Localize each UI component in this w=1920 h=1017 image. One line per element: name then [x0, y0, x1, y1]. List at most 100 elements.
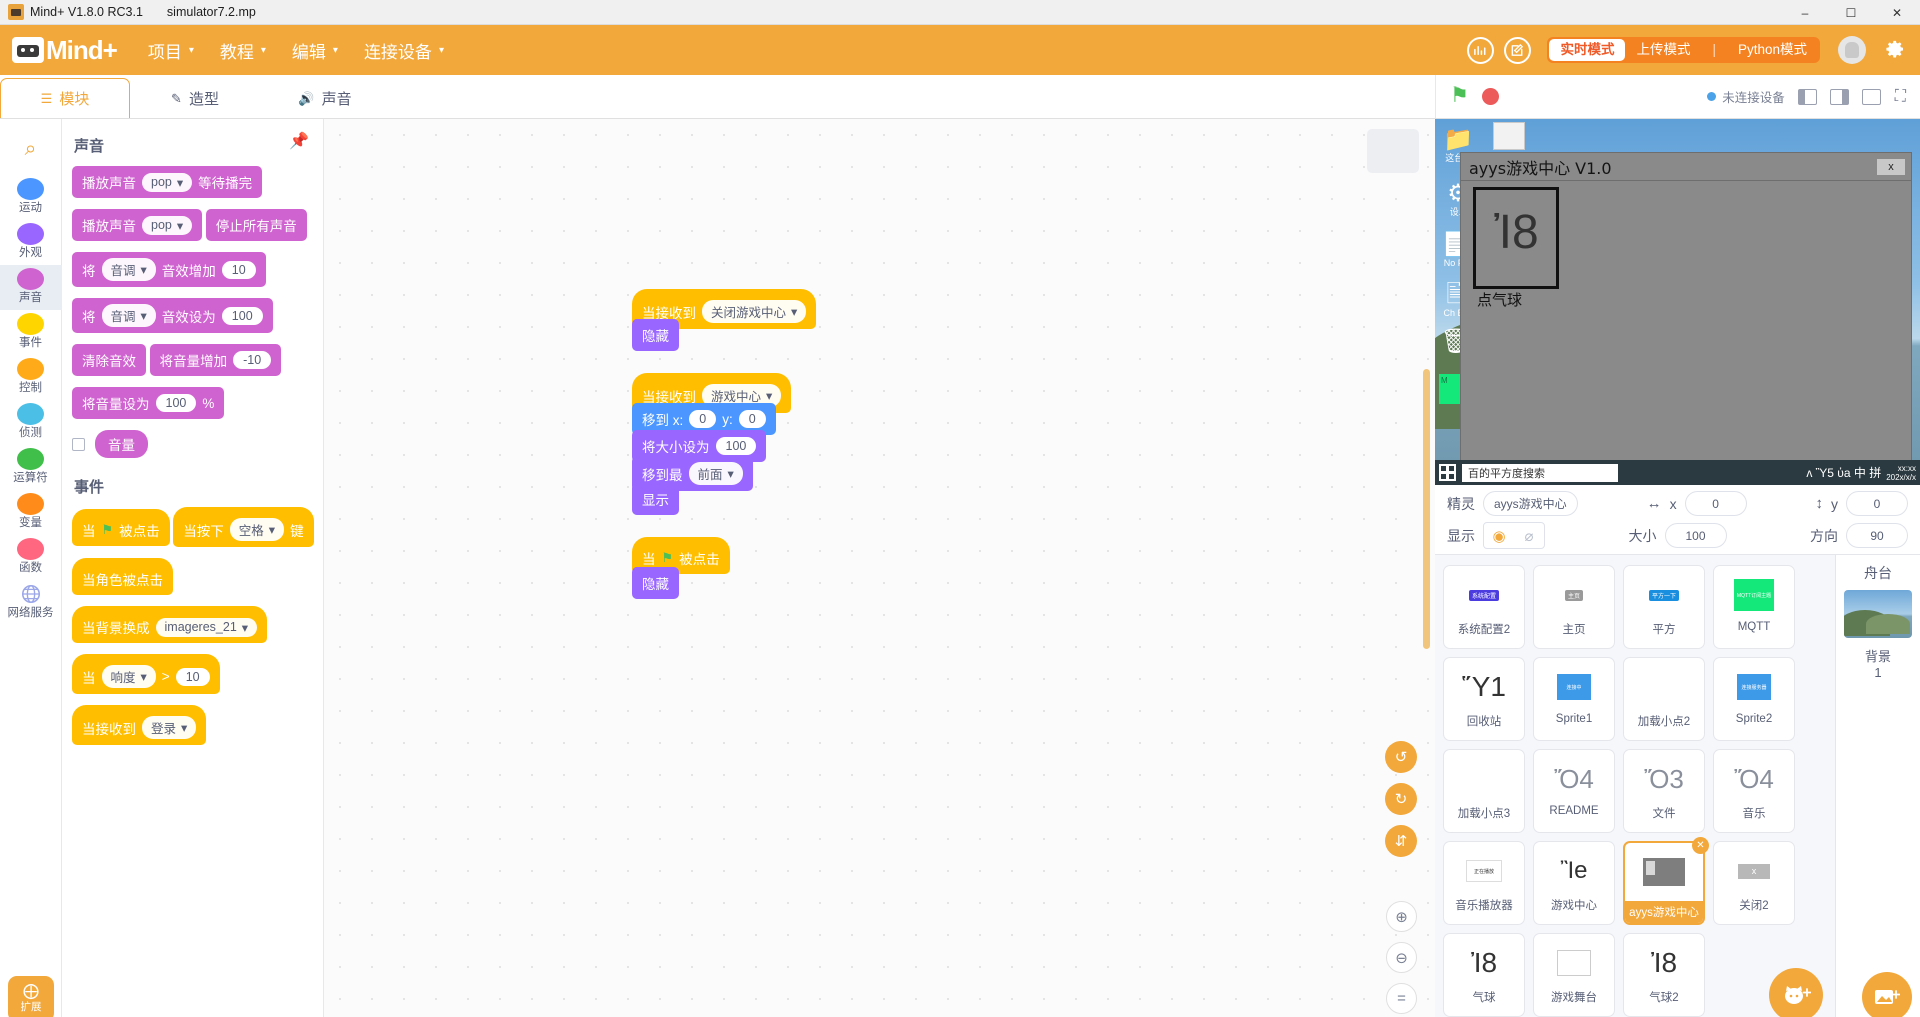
sound-dropdown[interactable]: pop ▾ — [142, 172, 193, 192]
script2-show[interactable]: 显示 — [632, 483, 679, 515]
extension-button[interactable]: ⨁ 扩展 — [8, 976, 54, 1017]
mode-python[interactable]: Python模式 — [1727, 39, 1818, 61]
maximize-button[interactable]: ☐ — [1828, 0, 1874, 25]
sprite-card-home[interactable]: 主页 主页 — [1533, 565, 1615, 649]
effect-value-input[interactable]: 100 — [221, 306, 263, 325]
volume-input[interactable]: 100 — [155, 394, 197, 412]
sprite-card-balloon2[interactable]: Ἰ8 气球2 — [1623, 933, 1705, 1017]
add-backdrop-button[interactable] — [1862, 972, 1912, 1017]
category-functions[interactable]: 函数 — [0, 535, 62, 580]
show-icon[interactable]: ◉ — [1484, 523, 1514, 548]
block-clear-sound-effects[interactable]: 清除音效 — [72, 344, 146, 376]
block-when-flag-clicked[interactable]: 当 ⚑ 被点击 — [72, 508, 170, 546]
stage-view[interactable]: 📁 这台... ⚙ 设... 📄 No Fa 🗎 Ch Ed 🗑 M ayys游… — [1435, 119, 1920, 485]
edit-icon[interactable] — [1504, 36, 1532, 64]
block-when-i-receive[interactable]: 当接收到 登录 ▾ — [72, 705, 207, 745]
search-icon[interactable]: ⌕ — [25, 137, 37, 161]
tab-sounds[interactable]: 🔊 声音 — [260, 78, 390, 118]
block-when-key-pressed[interactable]: 当按下 空格 ▾ 键 — [173, 507, 314, 547]
backdrop-thumbnail[interactable] — [1844, 590, 1912, 638]
start-button-icon[interactable] — [1439, 464, 1456, 481]
category-control[interactable]: 控制 — [0, 355, 62, 400]
normal-stage-icon[interactable] — [1861, 88, 1881, 105]
green-flag-icon[interactable]: ⚑ — [1450, 85, 1472, 108]
message-dropdown[interactable]: 登录 ▾ — [142, 716, 197, 739]
mode-realtime[interactable]: 实时模式 — [1549, 39, 1626, 61]
sprite-list[interactable]: 系统配置 系统配置2 主页 主页 平方一下 平方 MQTT订阅主题 MQTT Ὕ… — [1435, 555, 1835, 1017]
category-motion[interactable]: 运动 — [0, 175, 62, 220]
menu-item-connect-device[interactable]: 连接设备 ▾ — [364, 38, 444, 63]
backdrop-dropdown[interactable]: imageres_21 ▾ — [155, 617, 258, 637]
sprite-card-recycle-bin[interactable]: Ὕ1 回收站 — [1443, 657, 1525, 741]
block-play-sound-until-done[interactable]: 播放声音 pop ▾ 等待播完 — [72, 166, 263, 198]
sprite-card-balloon[interactable]: Ἰ8 气球 — [1443, 933, 1525, 1017]
sprite-card-readme[interactable]: Ὄ4 README — [1533, 749, 1615, 833]
category-network[interactable]: 网络服务 — [0, 580, 62, 625]
volume-checkbox[interactable] — [72, 437, 85, 451]
close-button[interactable]: ✕ — [1874, 0, 1920, 25]
goto-x-input[interactable]: 0 — [689, 410, 717, 428]
message-dropdown[interactable]: 关闭游戏中心 ▾ — [702, 300, 807, 323]
add-sprite-button[interactable] — [1769, 968, 1823, 1017]
block-stop-all-sounds[interactable]: 停止所有声音 — [205, 209, 307, 241]
effect-dropdown[interactable]: 音调 ▾ — [101, 258, 156, 281]
sprite-card-mqtt[interactable]: MQTT订阅主题 MQTT — [1713, 565, 1795, 649]
taskbar-search-input[interactable]: 百的平方度搜索 — [1462, 463, 1618, 482]
sprite-card-square[interactable]: 平方一下 平方 — [1623, 565, 1705, 649]
effect-dropdown[interactable]: 音调 ▾ — [101, 304, 156, 327]
block-when-backdrop-switches[interactable]: 当背景换成 imageres_21 ▾ — [72, 606, 268, 643]
script3-hide[interactable]: 隐藏 — [632, 567, 679, 599]
goto-y-input[interactable]: 0 — [738, 410, 766, 428]
sprite-y-input[interactable]: 0 — [1846, 491, 1908, 516]
menu-item-project[interactable]: 项目 ▾ — [148, 38, 194, 63]
sprite-card-sprite2[interactable]: 连接服务器 Sprite2 — [1713, 657, 1795, 741]
sprite-visibility-toggle[interactable]: ◉ ⌀ — [1483, 522, 1545, 549]
category-variables[interactable]: 变量 — [0, 490, 62, 535]
sprite-x-input[interactable]: 0 — [1684, 491, 1747, 516]
gear-icon[interactable] — [1882, 37, 1908, 63]
script-canvas[interactable]: 当接收到 关闭游戏中心 ▾ 隐藏 当接收到 游戏中心 ▾ 移到 x: 0 y: … — [324, 119, 1435, 1017]
undo-icon[interactable]: ↺ — [1385, 741, 1417, 773]
block-change-volume-by[interactable]: 将音量增加 -10 — [149, 344, 282, 376]
sprite-card-music-player[interactable]: 正在播放 音乐播放器 — [1443, 841, 1525, 925]
sprite-card-ayys-game-center[interactable]: ✕ ayys游戏中心 — [1623, 837, 1709, 925]
layer-dropdown[interactable]: 前面 ▾ — [688, 462, 743, 485]
hide-icon[interactable]: ⌀ — [1514, 523, 1544, 548]
redo-icon[interactable]: ↻ — [1385, 783, 1417, 815]
category-sound[interactable]: 声音 — [0, 265, 62, 310]
sprite-name-input[interactable]: ayys游戏中心 — [1483, 491, 1578, 516]
sprite-size-input[interactable]: 100 — [1664, 523, 1727, 548]
clean-up-icon[interactable]: ⇵ — [1385, 825, 1417, 857]
mode-switcher[interactable]: 实时模式 上传模式 | Python模式 — [1547, 37, 1820, 63]
sprite-card-loading-dot3[interactable]: 加载小点3 — [1443, 749, 1525, 833]
canvas-vertical-scrollbar[interactable] — [1423, 369, 1430, 649]
sprite-card-music[interactable]: Ὄ4 音乐 — [1713, 749, 1795, 833]
sprite-card-loading-dot2[interactable]: 加载小点2 — [1623, 657, 1705, 741]
category-operators[interactable]: 运算符 — [0, 445, 62, 490]
delete-sprite-icon[interactable]: ✕ — [1692, 837, 1709, 854]
effect-amount-input[interactable]: 10 — [221, 260, 256, 279]
large-stage-icon[interactable] — [1829, 88, 1849, 105]
set-size-input[interactable]: 100 — [715, 437, 757, 455]
block-change-effect-by[interactable]: 将 音调 ▾ 音效增加 10 — [72, 252, 266, 287]
stop-icon[interactable] — [1482, 88, 1499, 105]
mode-upload[interactable]: 上传模式 — [1625, 39, 1701, 61]
zoom-out-icon[interactable]: ⊖ — [1386, 942, 1417, 973]
block-play-sound[interactable]: 播放声音 pop ▾ — [72, 209, 203, 241]
block-set-effect-to[interactable]: 将 音调 ▾ 音效设为 100 — [72, 298, 273, 333]
block-set-volume-to[interactable]: 将音量设为 100 % — [72, 387, 225, 419]
reporter-volume[interactable]: 音量 — [95, 430, 148, 458]
script1-hide[interactable]: 隐藏 — [632, 319, 679, 351]
tab-blocks[interactable]: ☰ 模块 — [0, 78, 130, 118]
category-looks[interactable]: 外观 — [0, 220, 62, 265]
sprite-card-system-config2[interactable]: 系统配置 系统配置2 — [1443, 565, 1525, 649]
key-dropdown[interactable]: 空格 ▾ — [229, 518, 285, 541]
balloon-button[interactable]: Ἰ8 — [1473, 187, 1559, 289]
fullscreen-icon[interactable]: ⛶ — [1895, 88, 1906, 106]
menu-item-edit[interactable]: 编辑 ▾ — [292, 38, 338, 63]
simulator-close-button[interactable]: x — [1877, 158, 1905, 175]
minimize-button[interactable]: – — [1782, 0, 1828, 25]
menu-item-tutorial[interactable]: 教程 ▾ — [220, 38, 266, 63]
mindplus-logo[interactable]: Mind+ — [12, 35, 118, 66]
block-when-sprite-clicked[interactable]: 当角色被点击 — [72, 558, 173, 595]
